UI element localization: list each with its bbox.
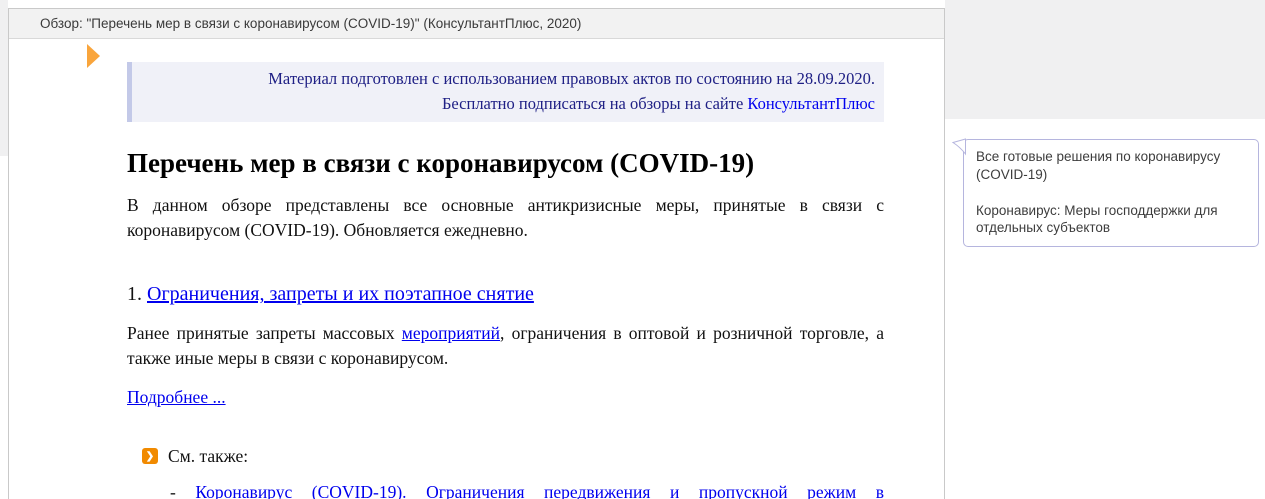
bullet-dash: - (170, 482, 195, 499)
tooltip-item-1[interactable]: Все готовые решения по коронавирусу (COV… (976, 148, 1246, 184)
window-title: Обзор: "Перечень мер в связи с коронавир… (40, 16, 581, 31)
section-1-heading: 1. Ограничения, запреты и их поэтапное с… (127, 281, 884, 307)
more-link[interactable]: Подробнее ... (127, 387, 226, 407)
section-1-number: 1. (127, 283, 147, 305)
intro-paragraph: В данном обзоре представлены все основны… (127, 193, 884, 243)
notice-line-2-text: Бесплатно подписаться на обзоры на сайте (442, 94, 747, 113)
left-backdrop (0, 0, 8, 156)
notice-box: Материал подготовлен с использованием пр… (127, 62, 884, 122)
notice-line-2: Бесплатно подписаться на обзоры на сайте… (132, 92, 875, 117)
tooltip-tail-icon (952, 138, 966, 156)
more-row: Подробнее ... (127, 387, 884, 408)
see-also-item-link[interactable]: Коронавирус (COVID-19). Ограничения пере… (195, 482, 884, 499)
related-materials-tooltip: Все готовые решения по коронавирусу (COV… (963, 139, 1259, 247)
page-title: Перечень мер в связи с коронавирусом (CO… (127, 147, 884, 180)
document-window: Обзор: "Перечень мер в связи с коронавир… (8, 8, 945, 499)
right-backdrop (945, 0, 1265, 119)
chevron-right-icon: ❯ (142, 448, 158, 464)
document-body: Материал подготовлен с использованием пр… (9, 62, 944, 499)
chevron-glyph: ❯ (146, 451, 154, 462)
section-1-text-before: Ранее принятые запреты массовых (127, 323, 402, 343)
consultantplus-link[interactable]: КонсультантПлюс (747, 94, 875, 113)
meropriyatiy-link[interactable]: мероприятий (402, 323, 500, 343)
section-1-link[interactable]: Ограничения, запреты и их поэтапное снят… (147, 283, 534, 305)
see-also-item-row: - Коронавирус (COVID-19). Ограничения пе… (170, 480, 884, 499)
tooltip-gap (976, 184, 1246, 202)
window-titlebar: Обзор: "Перечень мер в связи с коронавир… (9, 9, 944, 39)
page: Обзор: "Перечень мер в связи с коронавир… (0, 0, 1265, 499)
current-position-marker-icon (87, 44, 100, 68)
section-1-paragraph: Ранее принятые запреты массовых мероприя… (127, 321, 884, 371)
notice-line-1: Материал подготовлен с использованием пр… (132, 67, 875, 92)
see-also-row: ❯ См. также: (127, 446, 884, 467)
tooltip-item-2[interactable]: Коронавирус: Меры господдержки для отдел… (976, 202, 1246, 238)
see-also-label: См. также: (168, 446, 248, 467)
